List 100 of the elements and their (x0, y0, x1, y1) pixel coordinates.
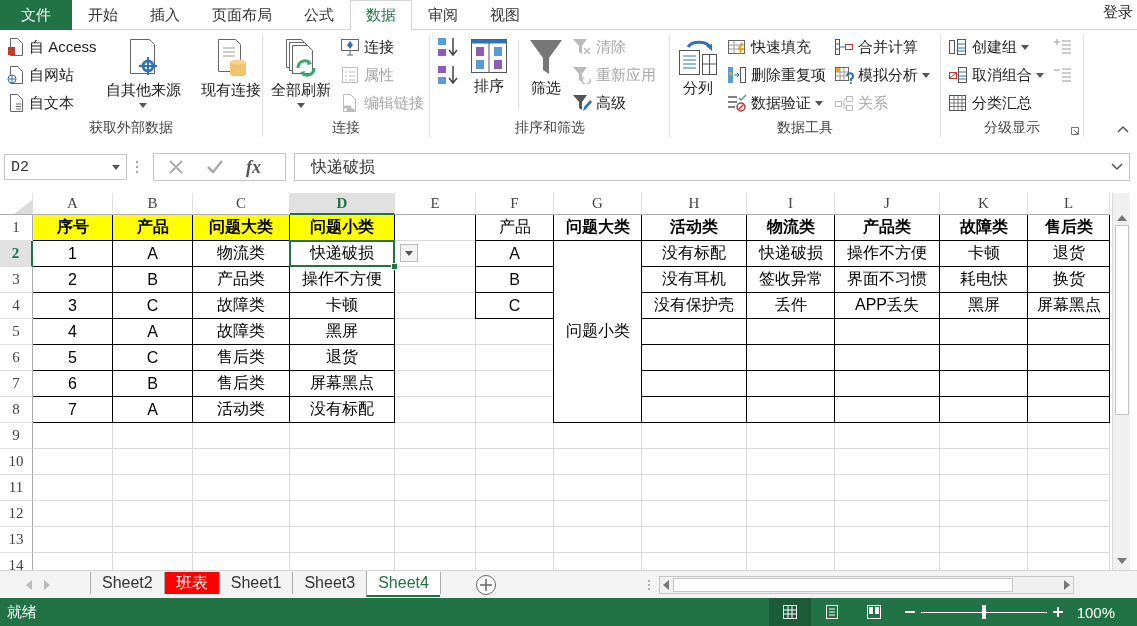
cancel-icon (168, 159, 184, 175)
caret-icon (297, 103, 305, 108)
column-header[interactable]: I (747, 193, 835, 215)
scroll-up-icon (1116, 215, 1127, 221)
sheet-tab[interactable]: Sheet1 (218, 572, 293, 594)
table-cell-text: A (146, 243, 159, 264)
table-cell-text: 没有标配 (661, 243, 727, 263)
vertical-scrollbar[interactable] (1112, 193, 1130, 570)
column-header[interactable]: H (642, 193, 747, 215)
ribbon-button[interactable]: 排序 (466, 34, 512, 114)
row-header[interactable]: 4 (0, 293, 33, 319)
expand-icon (1111, 163, 1123, 171)
normal-view-icon (782, 605, 797, 619)
row-header[interactable]: 10 (0, 449, 33, 475)
column-header[interactable]: E (395, 193, 476, 215)
table-cell-text: 故障类 (216, 295, 266, 315)
dropdown-button[interactable] (400, 244, 418, 262)
ribbon-button[interactable]: 合并计算 (831, 34, 933, 60)
caret-icon (922, 72, 930, 78)
header-cell-text: 故障类 (958, 217, 1009, 237)
ribbon-tab[interactable]: 数据 (350, 0, 412, 30)
table-cell-text: B (508, 269, 521, 290)
column-header[interactable]: D (290, 193, 395, 215)
refresh-icon (284, 38, 318, 78)
table-cell-text: 界面不习惯 (846, 269, 928, 289)
table-cell-text: 操作不方便 (846, 243, 928, 263)
funnel-icon (572, 38, 592, 56)
ribbon-button[interactable]: 数据验证 (724, 90, 829, 116)
group-label: 分级显示 (984, 119, 1040, 137)
ribbon-tab[interactable]: 视图 (474, 0, 536, 30)
slider-thumb[interactable] (981, 605, 986, 619)
row-header[interactable]: 12 (0, 501, 33, 527)
column-header[interactable]: K (940, 193, 1028, 215)
table-cell-text: 快递破损 (757, 243, 824, 263)
header-cell-text: 产品类 (862, 217, 912, 237)
ribbon-tab[interactable]: 插入 (134, 0, 196, 30)
funnel-icon (529, 38, 563, 76)
table-cell-text: 签收异常 (757, 269, 824, 289)
insert-function-button[interactable]: fx (246, 156, 261, 178)
ribbon-button[interactable]: 自其他来源 (101, 34, 185, 114)
row-header[interactable]: 9 (0, 423, 33, 449)
formula-field[interactable]: 快递破损 (294, 153, 1130, 181)
status-text: 就绪 (7, 602, 37, 622)
sheet-tab[interactable]: Sheet2 (90, 572, 164, 594)
ribbon-button[interactable]: 现有连接 (196, 34, 265, 114)
ribbon-tab[interactable]: 文件 (0, 0, 72, 30)
row-header[interactable]: 8 (0, 397, 33, 423)
relationships-icon (834, 94, 854, 112)
ribbon-button[interactable]: 高级 (569, 90, 659, 116)
table-cell-text: 售后类 (216, 373, 266, 393)
row-header[interactable]: 13 (0, 527, 33, 553)
ribbon-button[interactable]: 连接 (337, 34, 427, 60)
row-header[interactable]: 5 (0, 319, 33, 345)
ribbon-button[interactable]: 筛选 (525, 34, 567, 114)
ribbon-button[interactable]: 分列 (674, 34, 722, 114)
sort-ascending-icon (437, 36, 461, 58)
column-header[interactable]: A (33, 193, 113, 215)
monitor-icon (340, 38, 360, 56)
sheet-tab[interactable]: Sheet4 (366, 571, 440, 597)
column-header[interactable]: G (554, 193, 642, 215)
what-if-icon (834, 66, 854, 84)
header-cell-text: 问题大类 (564, 217, 631, 237)
row-header[interactable]: 6 (0, 345, 33, 371)
ribbon-tab[interactable]: 公式 (288, 0, 350, 30)
funnel-icon (572, 66, 592, 84)
row-header[interactable]: 3 (0, 267, 33, 293)
column-header[interactable]: F (476, 193, 554, 215)
table-cell-text: A (508, 243, 521, 264)
more-options-icon (135, 160, 139, 174)
row-header[interactable]: 11 (0, 475, 33, 501)
name-box[interactable]: D2 (4, 154, 127, 180)
ribbon-button[interactable]: 删除重复项 (724, 62, 829, 88)
ribbon-button[interactable]: 快速填充 (724, 34, 829, 60)
ribbon-button[interactable]: 自文本 (4, 90, 100, 116)
column-header[interactable]: J (835, 193, 940, 215)
ribbon-button[interactable]: 模拟分析 (831, 62, 933, 88)
column-header[interactable]: L (1028, 193, 1110, 215)
normal-view-button[interactable] (768, 598, 811, 626)
ribbon-button[interactable]: 自 Access (4, 34, 100, 60)
column-header[interactable]: B (113, 193, 193, 215)
zoom-level: 100% (1076, 603, 1115, 621)
table-cell-text: 屏幕黑点 (309, 373, 375, 393)
column-header[interactable]: C (193, 193, 290, 215)
row-header[interactable]: 7 (0, 371, 33, 397)
ribbon-tab[interactable]: 开始 (72, 0, 134, 30)
group-label: 排序和筛选 (514, 119, 585, 137)
sheet-tab[interactable]: 班表 (163, 572, 219, 594)
row-header[interactable]: 2 (0, 241, 33, 267)
horizontal-scrollbar[interactable] (658, 575, 1074, 594)
ribbon-tab[interactable]: 审阅 (412, 0, 474, 30)
ribbon-button[interactable]: 取消组合 (945, 62, 1047, 88)
flash-fill-icon (727, 38, 747, 56)
ribbon-button[interactable]: 自网站 (4, 62, 100, 88)
ribbon-button[interactable]: 分类汇总 (945, 90, 1047, 116)
ribbon-tab[interactable]: 页面布局 (196, 0, 288, 30)
list-icon (340, 66, 360, 84)
sign-in-link[interactable]: 登录 (1103, 1, 1137, 22)
ribbon-button[interactable]: 全部刷新 (267, 34, 335, 114)
remove-duplicates-icon (727, 66, 747, 84)
ribbon-button[interactable]: 创建组 (945, 34, 1047, 60)
